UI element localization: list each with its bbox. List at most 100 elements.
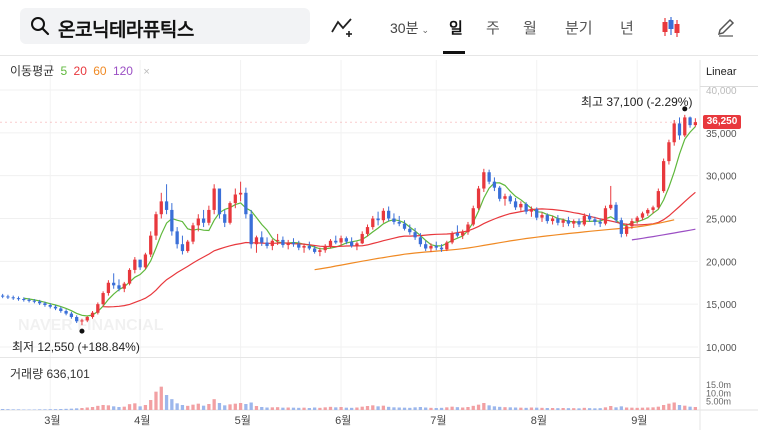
candle (646, 208, 650, 216)
candle (334, 235, 338, 245)
candle-body (249, 214, 253, 245)
volume-bar (244, 404, 248, 410)
volume-bar (59, 409, 63, 410)
candle-body (387, 210, 391, 219)
candle-body (455, 233, 460, 236)
candle-body (85, 317, 89, 321)
candle-body (207, 209, 211, 223)
volume-bar (38, 409, 42, 410)
volume-bar (323, 407, 327, 410)
volume-tick-label: 5.00m (706, 397, 731, 407)
candle-body (154, 214, 158, 236)
candle-body (519, 203, 523, 208)
candle-body (614, 204, 618, 221)
search-box[interactable]: 온코닉테라퓨틱스 (20, 8, 310, 44)
volume-bar (149, 400, 153, 410)
candle-body (503, 196, 507, 199)
candle-body (461, 232, 465, 236)
candle-body (117, 285, 121, 289)
candle-body (413, 232, 417, 238)
candle-body (244, 192, 248, 215)
candle (6, 294, 10, 300)
volume-bar (513, 407, 518, 410)
volume-bar (16, 409, 21, 410)
tab-day[interactable]: 일 (449, 17, 463, 38)
tab-week[interactable]: 주 (486, 17, 500, 38)
tab-month[interactable]: 월 (523, 17, 537, 38)
candle-body (106, 282, 111, 294)
candle-body (524, 203, 528, 212)
candle (170, 203, 174, 236)
x-tick-label: 9월 (631, 414, 647, 427)
volume-bar (43, 409, 47, 410)
candle-body (328, 240, 333, 246)
compare-chart-icon[interactable] (330, 16, 356, 38)
close-icon[interactable]: × (143, 66, 149, 78)
volume-bar (1, 409, 5, 410)
candle-body (661, 161, 666, 192)
volume-bar (418, 407, 423, 410)
volume-bar (566, 408, 571, 410)
scale-mode-button[interactable]: Linear (706, 66, 737, 78)
candle-body (651, 207, 655, 210)
candle-body (635, 217, 639, 222)
candle (476, 185, 481, 210)
candle-body (476, 188, 481, 209)
low-price-label: 최저 12,550 (+188.84%) (12, 340, 140, 354)
candle-body (630, 221, 634, 227)
volume-bar (122, 406, 126, 410)
volume-bar (64, 408, 68, 410)
candle-body (556, 218, 560, 223)
candle-body (402, 223, 407, 229)
candle (212, 184, 216, 215)
volume-bar (693, 407, 697, 410)
candle (619, 217, 623, 238)
candle (164, 184, 169, 215)
candle (540, 212, 544, 222)
candle (223, 209, 227, 228)
volume-bar (228, 404, 232, 410)
volume-bar (201, 405, 206, 410)
candle-body (170, 209, 174, 232)
candle-body (32, 300, 37, 302)
moving-average-legend[interactable]: 이동평균 5 20 60 120 × (10, 62, 153, 79)
volume-bar (180, 405, 185, 410)
candle-body (445, 242, 449, 250)
tab-year[interactable]: 년 (620, 17, 634, 38)
volume-bar (143, 405, 148, 410)
volume-bar (297, 407, 301, 410)
candle (291, 238, 296, 247)
candle-body (624, 226, 629, 234)
candle-body (101, 293, 105, 305)
candle (138, 259, 142, 270)
volume-bar (471, 405, 475, 410)
volume-bar (498, 406, 502, 410)
volume-bar (582, 407, 586, 410)
search-input[interactable]: 온코닉테라퓨틱스 (58, 15, 194, 42)
candle-body (339, 238, 343, 243)
candle (424, 240, 428, 252)
candle-body (318, 250, 322, 252)
pencil-icon[interactable] (716, 17, 736, 37)
period-dropdown[interactable]: 30분 ⌄ (390, 18, 429, 38)
candle (265, 237, 269, 249)
volume-bar (635, 407, 639, 410)
x-tick-label: 7월 (430, 414, 446, 427)
tab-quarter[interactable]: 분기 (565, 17, 593, 38)
volume-bar (106, 405, 111, 410)
candle-body (22, 299, 26, 301)
candle (207, 205, 211, 226)
candle (376, 211, 380, 226)
candle-body (80, 320, 84, 322)
candle (614, 202, 618, 223)
candle-body (688, 117, 692, 126)
volume-bar (545, 408, 549, 410)
candle-body (201, 218, 206, 223)
candlestick-icon[interactable] (660, 16, 682, 38)
x-tick-label: 6월 (335, 414, 351, 427)
volume-bar (328, 406, 333, 410)
candle (96, 302, 100, 315)
candle-body (646, 209, 650, 214)
candle (122, 281, 126, 293)
candle (249, 209, 253, 249)
